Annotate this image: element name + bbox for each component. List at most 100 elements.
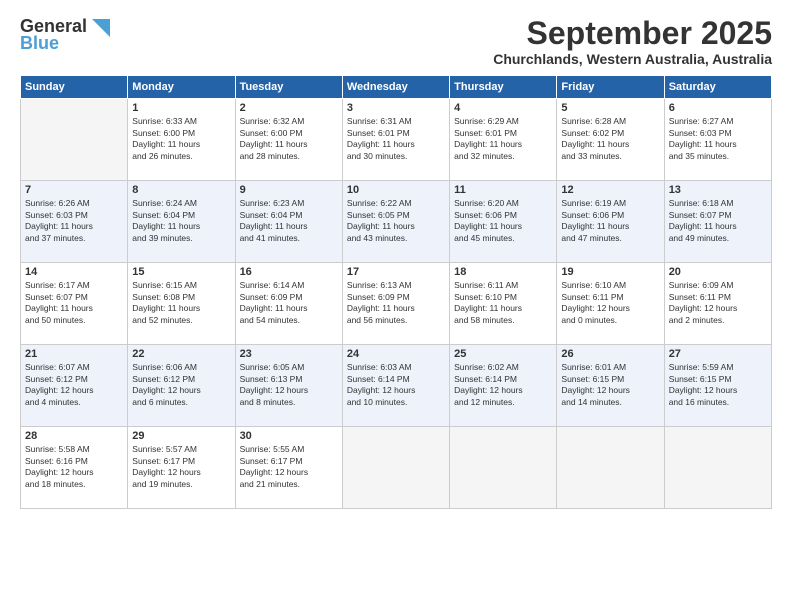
table-row: 2 Sunrise: 6:32 AM Sunset: 6:00 PM Daylig… <box>235 99 342 181</box>
header-thursday: Thursday <box>450 76 557 99</box>
day-info: Sunrise: 6:05 AM Sunset: 6:13 PM Dayligh… <box>240 362 338 408</box>
day-info: Sunrise: 6:10 AM Sunset: 6:11 PM Dayligh… <box>561 280 659 326</box>
day-number: 10 <box>347 184 445 196</box>
day-number: 28 <box>25 430 123 442</box>
logo-arrow-icon <box>88 19 110 37</box>
day-info: Sunrise: 6:15 AM Sunset: 6:08 PM Dayligh… <box>132 280 230 326</box>
day-number: 17 <box>347 266 445 278</box>
day-info: Sunrise: 6:33 AM Sunset: 6:00 PM Dayligh… <box>132 116 230 162</box>
calendar-page: General Blue September 2025 Churchlands,… <box>0 0 792 612</box>
location-title: Churchlands, Western Australia, Australi… <box>493 51 772 67</box>
header-friday: Friday <box>557 76 664 99</box>
table-row: 6Sunrise: 6:27 AM Sunset: 6:03 PM Daylig… <box>664 99 771 181</box>
title-block: September 2025 Churchlands, Western Aust… <box>493 16 772 67</box>
table-row: 20 Sunrise: 6:09 AM Sunset: 6:11 PM Dayli… <box>664 263 771 345</box>
header-sunday: Sunday <box>21 76 128 99</box>
day-number: 9 <box>240 184 338 196</box>
day-info: Sunrise: 6:23 AM Sunset: 6:04 PM Dayligh… <box>240 198 338 244</box>
day-info: Sunrise: 6:19 AM Sunset: 6:06 PM Dayligh… <box>561 198 659 244</box>
table-row: 14 Sunrise: 6:17 AM Sunset: 6:07 PM Dayli… <box>21 263 128 345</box>
table-row: 15Sunrise: 6:15 AM Sunset: 6:08 PM Dayli… <box>128 263 235 345</box>
day-number: 29 <box>132 430 230 442</box>
day-number: 7 <box>25 184 123 196</box>
header-tuesday: Tuesday <box>235 76 342 99</box>
day-info: Sunrise: 6:26 AM Sunset: 6:03 PM Dayligh… <box>25 198 123 244</box>
day-number: 4 <box>454 102 552 114</box>
weekday-header-row: Sunday Monday Tuesday Wednesday Thursday… <box>21 76 772 99</box>
day-info: Sunrise: 6:22 AM Sunset: 6:05 PM Dayligh… <box>347 198 445 244</box>
day-info: Sunrise: 6:20 AM Sunset: 6:06 PM Dayligh… <box>454 198 552 244</box>
day-info: Sunrise: 6:29 AM Sunset: 6:01 PM Dayligh… <box>454 116 552 162</box>
table-row: 4 Sunrise: 6:29 AM Sunset: 6:01 PM Daylig… <box>450 99 557 181</box>
day-info: Sunrise: 6:01 AM Sunset: 6:15 PM Dayligh… <box>561 362 659 408</box>
table-row: 12 Sunrise: 6:19 AM Sunset: 6:06 PM Dayli… <box>557 181 664 263</box>
table-row: 22 Sunrise: 6:06 AM Sunset: 6:12 PM Dayli… <box>128 345 235 427</box>
table-row: 10 Sunrise: 6:22 AM Sunset: 6:05 PM Dayli… <box>342 181 449 263</box>
day-number: 27 <box>669 348 767 360</box>
table-row: 16Sunrise: 6:14 AM Sunset: 6:09 PM Dayli… <box>235 263 342 345</box>
day-number: 1 <box>132 102 230 114</box>
day-info: Sunrise: 6:06 AM Sunset: 6:12 PM Dayligh… <box>132 362 230 408</box>
day-number: 14 <box>25 266 123 278</box>
calendar-week-row: 7 Sunrise: 6:26 AM Sunset: 6:03 PM Daylig… <box>21 181 772 263</box>
day-number: 5 <box>561 102 659 114</box>
day-info: Sunrise: 6:07 AM Sunset: 6:12 PM Dayligh… <box>25 362 123 408</box>
table-row: 18 Sunrise: 6:11 AM Sunset: 6:10 PM Dayli… <box>450 263 557 345</box>
day-number: 20 <box>669 266 767 278</box>
day-number: 16 <box>240 266 338 278</box>
header-saturday: Saturday <box>664 76 771 99</box>
day-number: 13 <box>669 184 767 196</box>
table-row <box>21 99 128 181</box>
logo-blue: Blue <box>20 33 59 54</box>
table-row: 13Sunrise: 6:18 AM Sunset: 6:07 PM Dayli… <box>664 181 771 263</box>
header-wednesday: Wednesday <box>342 76 449 99</box>
day-number: 25 <box>454 348 552 360</box>
table-row: 9 Sunrise: 6:23 AM Sunset: 6:04 PM Daylig… <box>235 181 342 263</box>
table-row: 29Sunrise: 5:57 AM Sunset: 6:17 PM Dayli… <box>128 427 235 509</box>
day-info: Sunrise: 6:24 AM Sunset: 6:04 PM Dayligh… <box>132 198 230 244</box>
day-number: 18 <box>454 266 552 278</box>
table-row: 21 Sunrise: 6:07 AM Sunset: 6:12 PM Dayli… <box>21 345 128 427</box>
table-row: 5 Sunrise: 6:28 AM Sunset: 6:02 PM Daylig… <box>557 99 664 181</box>
day-number: 2 <box>240 102 338 114</box>
day-info: Sunrise: 6:11 AM Sunset: 6:10 PM Dayligh… <box>454 280 552 326</box>
day-number: 22 <box>132 348 230 360</box>
table-row: 17 Sunrise: 6:13 AM Sunset: 6:09 PM Dayli… <box>342 263 449 345</box>
table-row: 28 Sunrise: 5:58 AM Sunset: 6:16 PM Dayli… <box>21 427 128 509</box>
day-number: 3 <box>347 102 445 114</box>
day-info: Sunrise: 6:13 AM Sunset: 6:09 PM Dayligh… <box>347 280 445 326</box>
day-info: Sunrise: 5:55 AM Sunset: 6:17 PM Dayligh… <box>240 444 338 490</box>
day-number: 23 <box>240 348 338 360</box>
day-number: 21 <box>25 348 123 360</box>
day-number: 11 <box>454 184 552 196</box>
table-row: 24Sunrise: 6:03 AM Sunset: 6:14 PM Dayli… <box>342 345 449 427</box>
day-number: 19 <box>561 266 659 278</box>
month-title: September 2025 <box>493 16 772 51</box>
calendar-week-row: 1 Sunrise: 6:33 AM Sunset: 6:00 PM Daylig… <box>21 99 772 181</box>
table-row: 8Sunrise: 6:24 AM Sunset: 6:04 PM Daylig… <box>128 181 235 263</box>
header-monday: Monday <box>128 76 235 99</box>
table-row: 11 Sunrise: 6:20 AM Sunset: 6:06 PM Dayli… <box>450 181 557 263</box>
day-info: Sunrise: 6:09 AM Sunset: 6:11 PM Dayligh… <box>669 280 767 326</box>
table-row: 7 Sunrise: 6:26 AM Sunset: 6:03 PM Daylig… <box>21 181 128 263</box>
day-number: 30 <box>240 430 338 442</box>
calendar-table: Sunday Monday Tuesday Wednesday Thursday… <box>20 75 772 509</box>
day-number: 24 <box>347 348 445 360</box>
day-info: Sunrise: 6:31 AM Sunset: 6:01 PM Dayligh… <box>347 116 445 162</box>
day-info: Sunrise: 5:58 AM Sunset: 6:16 PM Dayligh… <box>25 444 123 490</box>
table-row: 23 Sunrise: 6:05 AM Sunset: 6:13 PM Dayli… <box>235 345 342 427</box>
table-row <box>557 427 664 509</box>
day-info: Sunrise: 6:32 AM Sunset: 6:00 PM Dayligh… <box>240 116 338 162</box>
day-number: 26 <box>561 348 659 360</box>
table-row <box>342 427 449 509</box>
table-row <box>664 427 771 509</box>
day-info: Sunrise: 6:02 AM Sunset: 6:14 PM Dayligh… <box>454 362 552 408</box>
header: General Blue September 2025 Churchlands,… <box>20 16 772 67</box>
day-info: Sunrise: 6:28 AM Sunset: 6:02 PM Dayligh… <box>561 116 659 162</box>
calendar-week-row: 28 Sunrise: 5:58 AM Sunset: 6:16 PM Dayli… <box>21 427 772 509</box>
table-row: 3 Sunrise: 6:31 AM Sunset: 6:01 PM Daylig… <box>342 99 449 181</box>
day-number: 12 <box>561 184 659 196</box>
table-row: 26 Sunrise: 6:01 AM Sunset: 6:15 PM Dayli… <box>557 345 664 427</box>
day-info: Sunrise: 6:17 AM Sunset: 6:07 PM Dayligh… <box>25 280 123 326</box>
table-row: 30 Sunrise: 5:55 AM Sunset: 6:17 PM Dayli… <box>235 427 342 509</box>
